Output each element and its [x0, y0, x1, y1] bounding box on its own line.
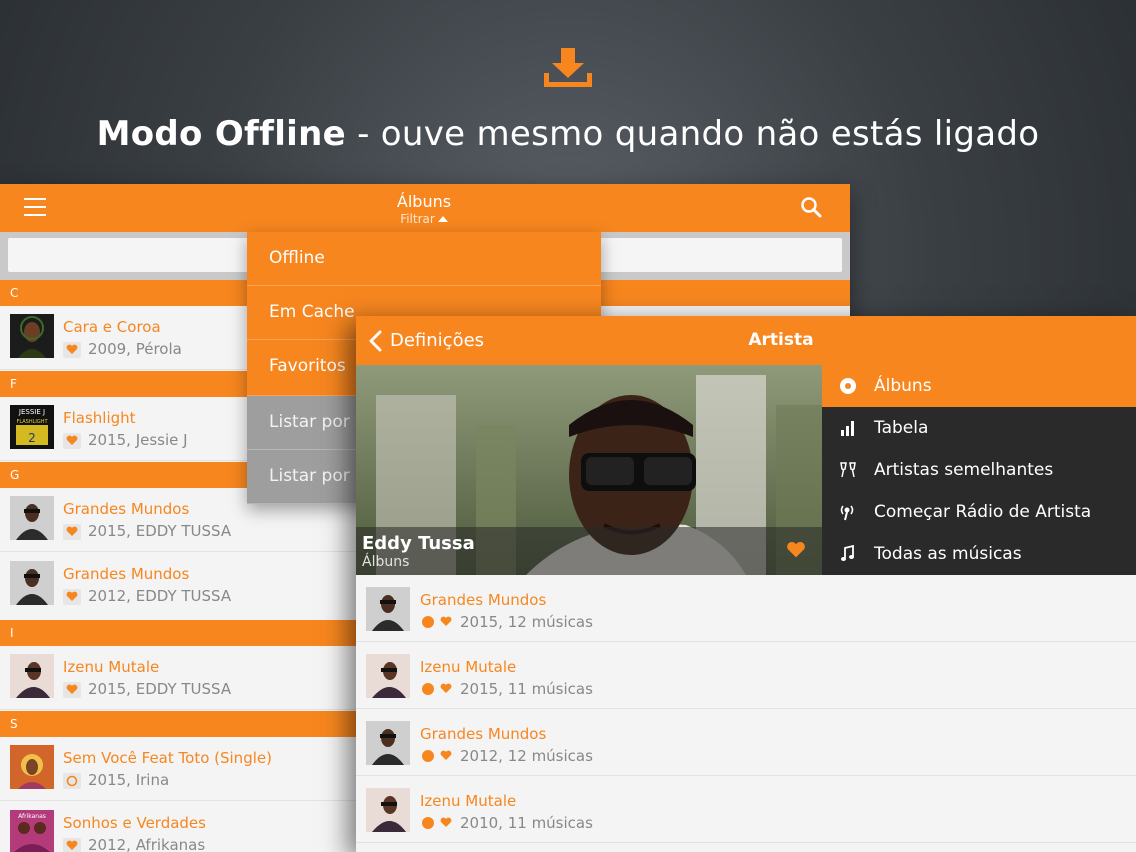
album-cover	[366, 788, 410, 832]
album-title: Grandes Mundos	[63, 565, 190, 583]
artist-name: Eddy Tussa	[362, 533, 475, 554]
album-sub: 2015, Jessie J	[88, 431, 188, 449]
album-sub: 2015, 12 músicas	[460, 613, 593, 631]
offline-dot-icon	[422, 750, 434, 762]
heart-icon	[63, 589, 81, 605]
albums-title: Álbuns	[396, 192, 452, 211]
album-sub: 2015, EDDY TUSSA	[88, 680, 232, 698]
hamburger-menu-icon[interactable]	[24, 198, 46, 216]
list-item[interactable]: Izenu Mutale 2010, 11 músicas	[356, 777, 1136, 843]
list-item[interactable]: Grandes Mundos 2012, 12 músicas	[356, 710, 1136, 776]
menu-item-todas-musicas[interactable]: Todas as músicas	[822, 533, 1136, 575]
list-item[interactable]: Grandes Mundos 2015, 12 músicas	[356, 576, 1136, 642]
album-cover	[10, 561, 54, 605]
promo-title-bold: Modo Offline	[96, 114, 346, 154]
album-cover: JESSIE J FLASHLIGHT 2	[10, 405, 54, 449]
album-cover	[366, 654, 410, 698]
menu-label: Artistas semelhantes	[874, 460, 1054, 480]
promo-title: Modo Offline - ouve mesmo quando não est…	[0, 114, 1136, 154]
artist-window: Definições Artista Eddy Tussa Álbuns Álb…	[356, 316, 1136, 852]
album-title: Sonhos e Verdades	[63, 814, 206, 832]
filter-offline[interactable]: Offline	[247, 232, 601, 286]
menu-item-tabela[interactable]: Tabela	[822, 407, 1136, 449]
heart-icon	[63, 433, 81, 449]
artist-title: Artista	[748, 330, 814, 350]
heart-icon	[440, 683, 452, 693]
svg-text:FLASHLIGHT: FLASHLIGHT	[16, 419, 48, 425]
artist-photo: Eddy Tussa Álbuns	[356, 365, 822, 575]
album-sub: 2015, EDDY TUSSA	[88, 522, 232, 540]
album-cover	[10, 654, 54, 698]
album-title: Grandes Mundos	[420, 591, 547, 609]
chevron-left-icon	[369, 330, 382, 352]
album-title: Izenu Mutale	[420, 658, 517, 676]
album-cover	[10, 314, 54, 358]
album-sub: 2012, Afrikanas	[88, 836, 206, 852]
heart-icon	[63, 342, 81, 358]
menu-label: Álbuns	[874, 376, 932, 396]
download-icon	[544, 48, 592, 87]
album-sub: 2012, EDDY TUSSA	[88, 587, 232, 605]
disc-icon	[840, 378, 856, 394]
radio-icon	[840, 505, 854, 521]
svg-text:JESSIE J: JESSIE J	[18, 408, 45, 416]
album-sub: 2015, 11 músicas	[460, 680, 593, 698]
filter-label: Filtrar	[400, 212, 435, 226]
album-cover	[366, 587, 410, 631]
search-icon[interactable]	[800, 196, 822, 218]
heart-icon	[440, 750, 452, 760]
offline-ring-icon	[63, 773, 81, 789]
album-sub: 2010, 11 músicas	[460, 814, 593, 832]
filter-toggle[interactable]: Filtrar	[360, 212, 488, 226]
album-title: Grandes Mundos	[420, 725, 547, 743]
menu-label: Começar Rádio de Artista	[874, 502, 1092, 522]
artist-menu: Álbuns Tabela Artistas semelhantes Começ…	[822, 365, 1136, 575]
offline-dot-icon	[422, 683, 434, 695]
offline-dot-icon	[422, 817, 434, 829]
music-note-icon	[841, 544, 854, 561]
album-title: Sem Você Feat Toto (Single)	[63, 749, 272, 767]
artist-sub: Álbuns	[362, 554, 410, 570]
heart-icon	[440, 817, 452, 827]
album-title: Grandes Mundos	[63, 500, 190, 518]
album-cover: Afrikanas	[10, 810, 54, 852]
list-item[interactable]: Izenu Mutale 2015, 11 músicas	[356, 643, 1136, 709]
heart-icon	[63, 838, 81, 852]
album-cover	[10, 745, 54, 789]
menu-label: Todas as músicas	[874, 544, 1022, 564]
menu-item-albuns[interactable]: Álbuns	[822, 365, 1136, 407]
album-sub: 2009, Pérola	[88, 340, 182, 358]
back-label: Definições	[390, 330, 485, 351]
svg-text:2: 2	[28, 431, 36, 445]
album-title: Izenu Mutale	[63, 658, 160, 676]
album-title: Flashlight	[63, 409, 136, 427]
albums-topbar: Álbuns Filtrar	[0, 184, 850, 232]
heart-icon	[440, 616, 452, 626]
menu-item-artistas-semelhantes[interactable]: Artistas semelhantes	[822, 449, 1136, 491]
offline-dot-icon	[422, 616, 434, 628]
album-sub: 2012, 12 músicas	[460, 747, 593, 765]
heart-icon	[63, 682, 81, 698]
cheers-icon	[840, 462, 856, 478]
caret-up-icon	[437, 216, 448, 222]
album-cover	[10, 496, 54, 540]
svg-text:Afrikanas: Afrikanas	[18, 813, 46, 820]
heart-icon[interactable]	[786, 541, 806, 559]
heart-icon	[63, 524, 81, 540]
bar-chart-icon	[841, 421, 854, 436]
album-title: Cara e Coroa	[63, 318, 161, 336]
menu-label: Tabela	[874, 418, 929, 438]
menu-item-radio[interactable]: Começar Rádio de Artista	[822, 491, 1136, 533]
promo-title-rest: - ouve mesmo quando não estás ligado	[346, 114, 1040, 154]
album-cover	[366, 721, 410, 765]
artist-topbar: Definições Artista	[356, 316, 1136, 365]
album-sub: 2015, Irina	[88, 771, 170, 789]
album-title: Izenu Mutale	[420, 792, 517, 810]
